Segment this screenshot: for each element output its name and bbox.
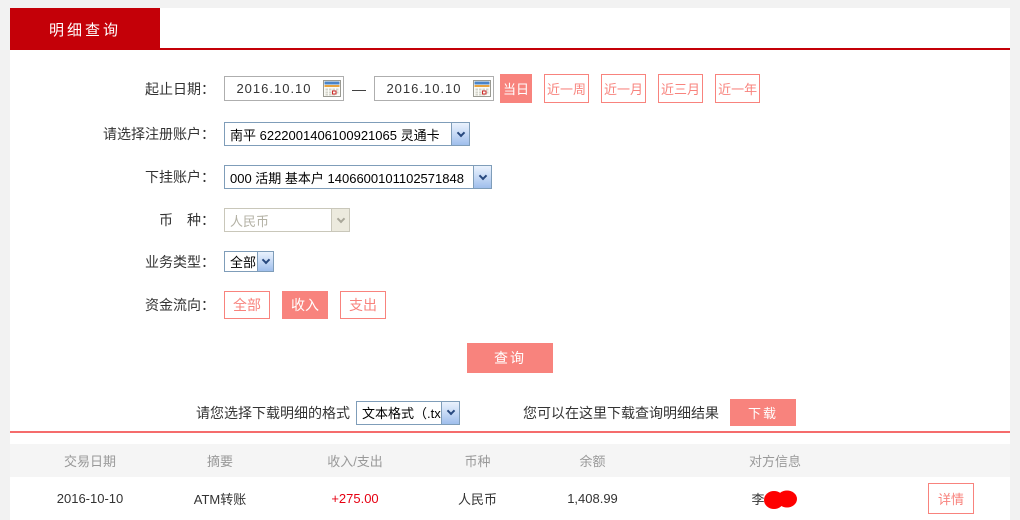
start-date-input[interactable]: 2016.10.10 [224,76,344,101]
cell-transaction-date: 2016-10-10 [30,491,150,506]
date-range-label: 起止日期： [10,79,215,99]
tab-bar: 明细查询 [10,8,1010,50]
chevron-down-icon [331,209,349,231]
header-currency: 币种 [420,451,535,470]
cell-detail: 详情 [900,483,1010,514]
cell-currency: 人民币 [420,489,535,508]
register-account-value: 南平 6222001406100921065 灵通卡 [225,125,451,144]
fund-flow-income-button[interactable]: 收入 [282,291,328,319]
cell-summary: ATM转账 [150,489,290,508]
register-account-select[interactable]: 南平 6222001406100921065 灵通卡 [224,122,470,146]
download-row: 请您选择下载明细的格式 文本格式（.txt） 您可以在这里下载查询明细结果 下载 [10,399,1010,426]
download-button[interactable]: 下载 [730,399,796,426]
end-date-input[interactable]: 2016.10.10 [374,76,494,101]
quick-button-last-week[interactable]: 近一周 [544,74,589,103]
cell-amount: +275.00 [290,491,420,506]
end-date-value[interactable]: 2016.10.10 [375,81,473,96]
currency-value: 人民币 [225,211,331,230]
business-type-row: 业务类型： 全部 [10,251,1010,272]
header-income-expense: 收入/支出 [290,451,420,470]
register-account-label: 请选择注册账户： [10,124,215,144]
tab-detail-query[interactable]: 明细查询 [10,8,160,50]
sub-account-label: 下挂账户： [10,167,215,187]
cell-balance: 1,408.99 [535,491,650,506]
currency-label: 币 种： [10,210,215,230]
date-range-row: 起止日期： 2016.10.10 [10,74,1010,103]
chevron-down-icon[interactable] [257,252,273,271]
business-type-select[interactable]: 全部 [224,251,274,272]
download-format-value: 文本格式（.txt） [357,403,441,422]
cell-counterparty: 李 [650,487,900,511]
currency-row: 币 种： 人民币 [10,208,1010,232]
fund-flow-row: 资金流向： 全部 收入 支出 [10,291,1010,319]
header-transaction-date: 交易日期 [30,451,150,470]
header-balance: 余额 [535,451,650,470]
quick-button-last-year[interactable]: 近一年 [715,74,760,103]
main-panel: 明细查询 起止日期： 2016.10.10 [10,8,1010,520]
business-type-label: 业务类型： [10,252,215,272]
quick-button-today[interactable]: 当日 [500,74,532,103]
sub-account-row: 下挂账户： 000 活期 基本户 1406600101102571848 [10,165,1010,189]
query-form: 起止日期： 2016.10.10 [10,50,1010,426]
query-button-wrap: 查询 [10,343,1010,373]
quick-button-last-3-months[interactable]: 近三月 [658,74,703,103]
quick-date-buttons: 当日 近一周 近一月 近三月 近一年 [500,74,772,103]
sub-account-value: 000 活期 基本户 1406600101102571848 [225,168,473,187]
start-date-value[interactable]: 2016.10.10 [225,81,323,96]
calendar-icon[interactable] [473,80,491,97]
quick-button-last-month[interactable]: 近一月 [601,74,646,103]
table-row: 2016-10-10 ATM转账 +275.00 人民币 1,408.99 李 … [10,477,1010,520]
register-account-row: 请选择注册账户： 南平 6222001406100921065 灵通卡 [10,122,1010,146]
calendar-icon[interactable] [323,80,341,97]
business-type-value: 全部 [225,252,257,271]
download-hint: 您可以在这里下载查询明细结果 [523,403,719,423]
table-top-line [10,431,1010,433]
header-counterparty: 对方信息 [650,451,900,470]
redaction-scribble-icon [763,487,799,511]
fund-flow-label: 资金流向： [10,295,215,315]
fund-flow-all-button[interactable]: 全部 [224,291,270,319]
currency-select: 人民币 [224,208,350,232]
download-format-select[interactable]: 文本格式（.txt） [356,401,460,425]
chevron-down-icon[interactable] [451,123,469,145]
chevron-down-icon[interactable] [441,402,459,424]
table-header: 交易日期 摘要 收入/支出 币种 余额 对方信息 [10,444,1010,477]
download-format-label: 请您选择下载明细的格式 [196,403,350,423]
header-summary: 摘要 [150,451,290,470]
query-button[interactable]: 查询 [467,343,553,373]
chevron-down-icon[interactable] [473,166,491,188]
fund-flow-expense-button[interactable]: 支出 [340,291,386,319]
date-range-separator: — [352,81,366,97]
detail-button[interactable]: 详情 [928,483,974,514]
sub-account-select[interactable]: 000 活期 基本户 1406600101102571848 [224,165,492,189]
